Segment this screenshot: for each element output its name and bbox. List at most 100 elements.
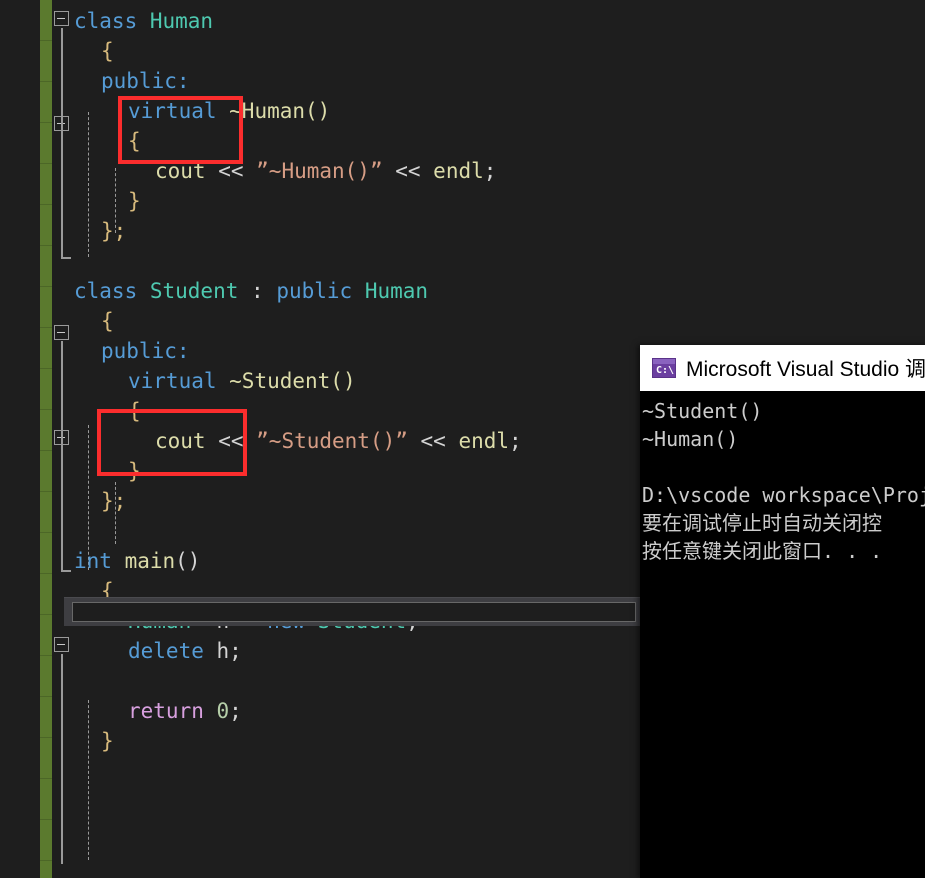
code-token: } — [101, 729, 114, 753]
code-token: << — [382, 159, 434, 183]
code-token: }; — [101, 489, 127, 513]
code-token: } — [128, 459, 141, 483]
code-token: ~Student() — [229, 369, 356, 393]
code-line[interactable]: cout << ”~Student()” << endl; — [155, 426, 522, 456]
code-token: { — [128, 129, 141, 153]
code-line[interactable]: virtual ~Student() — [128, 366, 356, 396]
code-token: main — [124, 549, 176, 573]
code-token: h; — [216, 639, 242, 663]
fold-class-student-icon[interactable] — [54, 325, 69, 340]
code-line[interactable]: class Human — [74, 6, 213, 36]
changed-line-segment — [40, 492, 52, 533]
code-token: int — [74, 549, 125, 573]
changed-line-segment — [40, 164, 52, 205]
code-token: 0 — [216, 699, 230, 723]
changed-line-segment — [40, 369, 52, 410]
code-line[interactable]: } — [128, 456, 141, 486]
code-line[interactable]: public: — [101, 336, 190, 366]
code-token: class — [74, 9, 150, 33]
code-token: : — [251, 279, 277, 303]
changed-line-segment — [40, 451, 52, 492]
changed-lines-indicator — [40, 0, 52, 878]
changed-line-segment — [40, 41, 52, 82]
code-line[interactable]: int main() — [74, 546, 200, 576]
code-line[interactable]: public: — [101, 66, 190, 96]
changed-line-segment — [40, 820, 52, 861]
changed-line-segment — [40, 574, 52, 615]
changed-line-segment — [40, 697, 52, 738]
console-line: ~Human() — [642, 427, 739, 451]
code-token: public: — [101, 339, 190, 363]
code-token: ~Human() — [229, 99, 331, 123]
changed-line-segment — [40, 410, 52, 451]
indent-guide — [88, 112, 89, 257]
debug-console-window[interactable]: C:\ Microsoft Visual Studio 调试控制台 ~Stude… — [640, 345, 925, 878]
code-line[interactable]: { — [101, 36, 114, 66]
console-window-icon: C:\ — [652, 358, 676, 378]
code-line[interactable]: { — [128, 396, 141, 426]
code-token: Human — [364, 279, 429, 303]
code-line[interactable]: }; — [101, 216, 126, 246]
code-token: << — [407, 429, 459, 453]
outlining-bracket-tick — [61, 257, 71, 259]
changed-line-segment — [40, 328, 52, 369]
code-token: } — [128, 189, 141, 213]
changed-line-segment — [40, 82, 52, 123]
console-line: 按任意键关闭此窗口. . . — [642, 539, 883, 563]
code-token: Human — [149, 9, 214, 33]
outlining-bracket-tick — [61, 570, 71, 572]
code-line[interactable]: class Student : public Human — [74, 276, 428, 306]
console-line: ~Student() — [642, 399, 763, 423]
changed-line-segment — [40, 779, 52, 820]
code-token: ”~Student()” — [256, 429, 408, 453]
code-token: << — [218, 159, 257, 183]
code-token: ; — [509, 429, 522, 453]
code-token: { — [128, 399, 141, 423]
changed-line-segment — [40, 738, 52, 779]
code-line[interactable]: { — [128, 126, 141, 156]
code-token: Student — [149, 279, 252, 303]
horizontal-scrollbar-thumb[interactable] — [72, 602, 636, 622]
code-token: }; — [101, 219, 127, 243]
code-line[interactable]: }; — [101, 486, 126, 516]
changed-line-segment — [40, 205, 52, 246]
code-token: { — [101, 309, 114, 333]
changed-line-segment — [40, 533, 52, 574]
code-token: endl — [458, 429, 510, 453]
code-line[interactable]: delete h; — [128, 636, 242, 666]
code-token: { — [101, 39, 114, 63]
fold-main-icon[interactable] — [54, 637, 69, 652]
code-line[interactable]: virtual ~Human() — [128, 96, 330, 126]
console-line: D:\vscode workspace\Proj — [642, 483, 925, 507]
code-token: << — [218, 429, 257, 453]
code-token: cout — [155, 159, 219, 183]
vs-editor-screenshot: class Human {public: virtual ~Human() {cout… — [0, 0, 925, 878]
editor-left-margin — [0, 0, 40, 878]
code-token: delete — [128, 639, 217, 663]
console-icon-bar — [653, 359, 675, 364]
code-token: class — [74, 279, 150, 303]
console-titlebar[interactable]: C:\ Microsoft Visual Studio 调试控制台 — [640, 345, 925, 391]
outlining-bracket-line — [61, 654, 63, 864]
code-line[interactable]: } — [128, 186, 141, 216]
code-token: ; — [483, 159, 497, 183]
console-title: Microsoft Visual Studio 调试控制台 — [686, 358, 925, 381]
indent-guide — [88, 700, 89, 860]
code-line[interactable]: } — [101, 726, 114, 756]
fold-class-human-icon[interactable] — [54, 11, 69, 26]
code-token: ”~Human()” — [256, 159, 383, 183]
code-token: virtual — [128, 99, 230, 123]
code-line[interactable]: cout << ”~Human()” << endl; — [155, 156, 496, 186]
code-token: cout — [155, 429, 219, 453]
changed-line-segment — [40, 656, 52, 697]
code-token: endl — [433, 159, 484, 183]
code-line[interactable]: { — [101, 306, 114, 336]
changed-line-segment — [40, 861, 52, 878]
outlining-bracket-line — [61, 341, 63, 571]
changed-line-segment — [40, 0, 52, 41]
changed-line-segment — [40, 123, 52, 164]
console-line: 要在调试停止时自动关闭控 — [642, 511, 882, 535]
console-icon-prompt: C:\ — [656, 365, 675, 376]
code-line[interactable]: return 0; — [128, 696, 242, 726]
